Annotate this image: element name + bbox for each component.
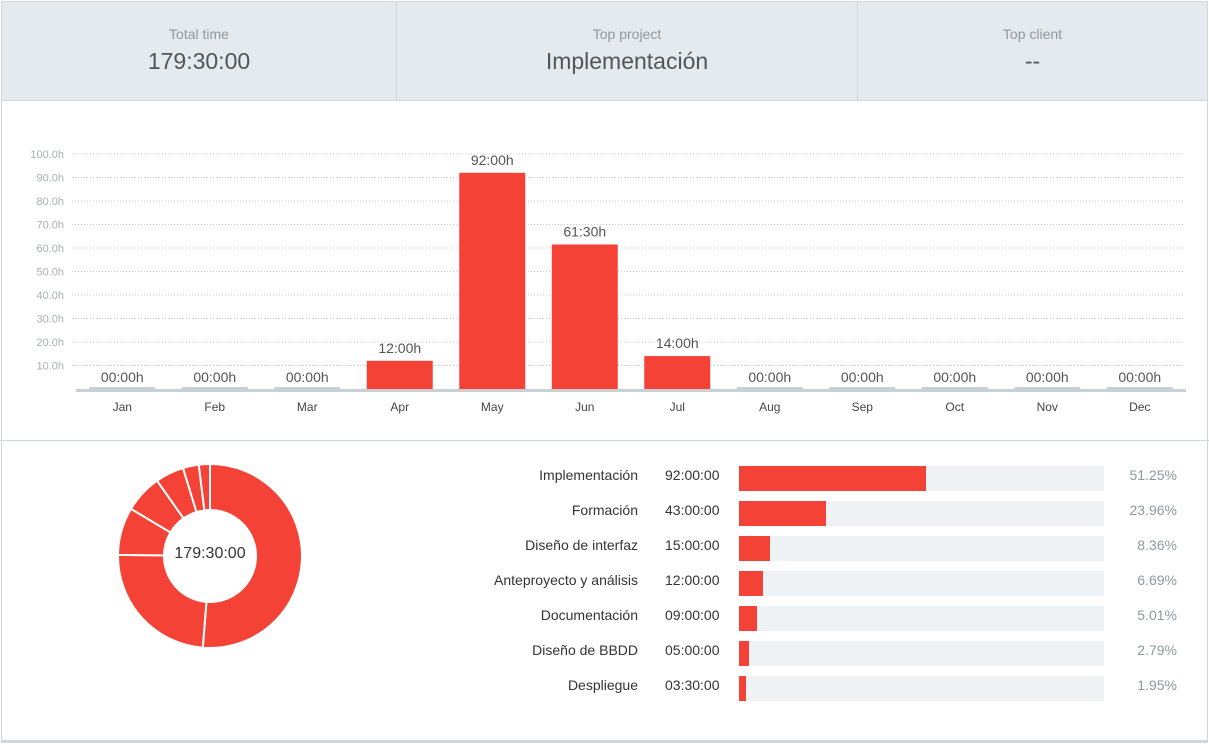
top-project-value: Implementación bbox=[545, 48, 709, 74]
total-time-label: Total time bbox=[169, 26, 229, 42]
top-client-stat: Top client -- bbox=[857, 2, 1207, 101]
project-bar-track bbox=[739, 466, 1104, 491]
bar-value-label: 00:00h bbox=[1026, 369, 1069, 385]
project-bar-fill bbox=[739, 641, 750, 666]
project-bar-fill bbox=[739, 536, 770, 561]
top-client-label: Top client bbox=[1002, 26, 1063, 42]
y-tick-label: 20.0h bbox=[36, 337, 64, 349]
top-client-value: -- bbox=[1024, 48, 1041, 74]
project-time: 15:00:00 bbox=[665, 537, 720, 553]
project-time: 09:00:00 bbox=[665, 607, 720, 623]
x-tick-label: May bbox=[481, 400, 504, 414]
project-bar-fill bbox=[739, 676, 747, 701]
project-row[interactable]: Formación 43:00:00 23.96% bbox=[0, 497, 1209, 526]
top-project-label: Top project bbox=[592, 26, 662, 42]
y-tick-label: 100.0h bbox=[30, 149, 64, 161]
project-name: Implementación bbox=[539, 467, 638, 483]
project-name: Diseño de BBDD bbox=[532, 642, 638, 658]
x-tick-label: Dec bbox=[1129, 400, 1150, 414]
top-project-stat: Top project Implementación bbox=[396, 2, 857, 101]
x-tick-label: Apr bbox=[390, 400, 409, 414]
project-percent: 23.96% bbox=[1129, 502, 1177, 518]
y-tick-label: 80.0h bbox=[36, 196, 64, 208]
x-tick-label: Jul bbox=[670, 400, 685, 414]
project-name: Anteproyecto y análisis bbox=[494, 572, 638, 588]
x-tick-label: Aug bbox=[759, 400, 780, 414]
monthly-bar-chart: 10.0h 20.0h 30.0h 40.0h 50.0h 60.0h 70.0h 80.0h… bbox=[30, 149, 1186, 414]
project-row[interactable]: Diseño de BBDD 05:00:00 2.79% bbox=[0, 637, 1209, 666]
x-tick-label: Oct bbox=[945, 400, 964, 414]
project-bar-track bbox=[739, 606, 1104, 631]
summary-stats: Total time 179:30:00 Top project Impleme… bbox=[2, 2, 1207, 101]
x-tick-label: Jun bbox=[575, 400, 594, 414]
project-bar-track bbox=[739, 536, 1104, 561]
month-bar[interactable] bbox=[366, 360, 433, 389]
bar-value-label: 00:00h bbox=[101, 369, 144, 385]
y-tick-label: 60.0h bbox=[36, 243, 64, 255]
project-percent: 51.25% bbox=[1129, 467, 1177, 483]
project-bar-track bbox=[739, 641, 1104, 666]
bar-value-label: 14:00h bbox=[656, 335, 699, 351]
project-time: 92:00:00 bbox=[665, 467, 720, 483]
project-percent: 8.36% bbox=[1137, 537, 1177, 553]
y-tick-label: 70.0h bbox=[36, 220, 64, 232]
total-time-value: 179:30:00 bbox=[147, 48, 251, 74]
bar-value-label: 61:30h bbox=[563, 223, 606, 239]
project-row[interactable]: Anteproyecto y análisis 12:00:00 6.69% bbox=[0, 567, 1209, 596]
project-time: 05:00:00 bbox=[665, 642, 720, 658]
project-row[interactable]: Diseño de interfaz 15:00:00 8.36% bbox=[0, 532, 1209, 561]
project-bar-fill bbox=[739, 501, 827, 526]
project-percent: 1.95% bbox=[1137, 677, 1177, 693]
project-name: Formación bbox=[571, 502, 638, 518]
bar-value-label: 00:00h bbox=[193, 369, 236, 385]
project-percent: 6.69% bbox=[1137, 572, 1177, 588]
project-time: 03:30:00 bbox=[665, 677, 720, 693]
project-percent: 5.01% bbox=[1137, 607, 1177, 623]
y-tick-label: 50.0h bbox=[36, 267, 64, 279]
project-bar-track bbox=[739, 571, 1104, 596]
y-tick-label: 40.0h bbox=[36, 290, 64, 302]
project-time: 43:00:00 bbox=[665, 502, 720, 518]
project-bar-fill bbox=[739, 466, 927, 491]
monthly-chart-section: 10.0h 20.0h 30.0h 40.0h 50.0h 60.0h 70.0h 80.0h… bbox=[0, 101, 1209, 441]
project-bar-track bbox=[739, 676, 1104, 701]
project-bar-track bbox=[739, 501, 1104, 526]
y-tick-label: 30.0h bbox=[36, 314, 64, 326]
y-tick-label: 90.0h bbox=[36, 173, 64, 185]
month-bar[interactable] bbox=[459, 172, 526, 389]
y-tick-label: 10.0h bbox=[36, 361, 64, 373]
project-row[interactable]: Documentación 09:00:00 5.01% bbox=[0, 602, 1209, 631]
month-bar[interactable] bbox=[644, 356, 711, 389]
bar-value-label: 00:00h bbox=[748, 369, 791, 385]
x-tick-label: Feb bbox=[204, 400, 225, 414]
x-tick-label: Sep bbox=[852, 400, 874, 414]
total-time-stat: Total time 179:30:00 bbox=[2, 2, 396, 101]
bar-value-label: 00:00h bbox=[841, 369, 884, 385]
bar-value-label: 92:00h bbox=[471, 152, 514, 168]
project-name: Despliegue bbox=[567, 677, 638, 693]
bar-value-label: 00:00h bbox=[1118, 369, 1161, 385]
bar-value-label: 00:00h bbox=[286, 369, 329, 385]
project-bar-fill bbox=[739, 606, 758, 631]
bar-value-label: 12:00h bbox=[378, 340, 421, 356]
x-tick-label: Nov bbox=[1037, 400, 1058, 414]
project-time: 12:00:00 bbox=[665, 572, 720, 588]
project-bar-fill bbox=[739, 571, 764, 596]
x-tick-label: Mar bbox=[297, 400, 318, 414]
project-row[interactable]: Despliegue 03:30:00 1.95% bbox=[0, 672, 1209, 701]
project-row[interactable]: Implementación 92:00:00 51.25% bbox=[0, 462, 1209, 491]
project-name: Documentación bbox=[540, 607, 638, 623]
bar-value-label: 00:00h bbox=[933, 369, 976, 385]
x-tick-label: Jan bbox=[113, 400, 132, 414]
project-percent: 2.79% bbox=[1137, 642, 1177, 658]
month-bar[interactable] bbox=[551, 244, 618, 389]
project-name: Diseño de interfaz bbox=[525, 537, 638, 553]
